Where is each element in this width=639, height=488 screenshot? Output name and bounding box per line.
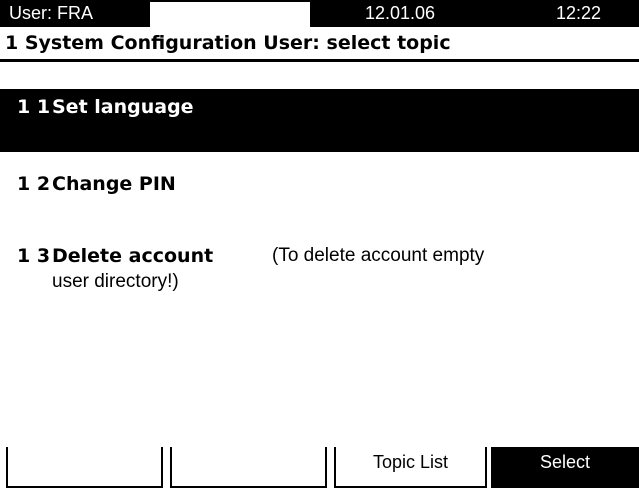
menu-item-number: 1 3	[17, 245, 51, 267]
menu-item-delete-account[interactable]: 1 3 Delete account (To delete account em…	[0, 242, 639, 302]
menu-item-change-pin[interactable]: 1 2 Change PIN	[0, 170, 639, 200]
softkey-bar: Topic List Select	[0, 447, 639, 488]
user-indicator: User: FRA	[9, 3, 94, 23]
menu-item-number: 1 2	[17, 173, 51, 195]
softkey-2[interactable]	[170, 447, 327, 488]
menu-item-label: Delete account	[52, 245, 214, 267]
page-title: 1 System Configuration User: select topi…	[5, 32, 451, 54]
time-display: 12:22	[556, 3, 602, 23]
date-display: 12.01.06	[365, 3, 436, 23]
menu-item-label: Change PIN	[52, 173, 176, 195]
softkey-label: Select	[539, 452, 591, 472]
softkey-1[interactable]	[6, 447, 163, 488]
menu-item-number: 1 1	[17, 96, 51, 118]
menu-item-note: (To delete account empty	[272, 245, 485, 266]
menu-item-label: Set language	[52, 96, 194, 118]
status-bar: User: FRA 12.01.06 12:22	[0, 0, 639, 27]
title-divider	[0, 59, 639, 62]
softkey-label: Topic List	[372, 452, 449, 472]
menu-item-note-continued: user directory!)	[52, 271, 179, 292]
status-empty-field	[147, 2, 313, 27]
menu-item-set-language[interactable]: 1 1 Set language	[0, 89, 639, 152]
topic-list-button[interactable]: Topic List	[334, 447, 487, 488]
select-button[interactable]: Select	[491, 447, 639, 488]
